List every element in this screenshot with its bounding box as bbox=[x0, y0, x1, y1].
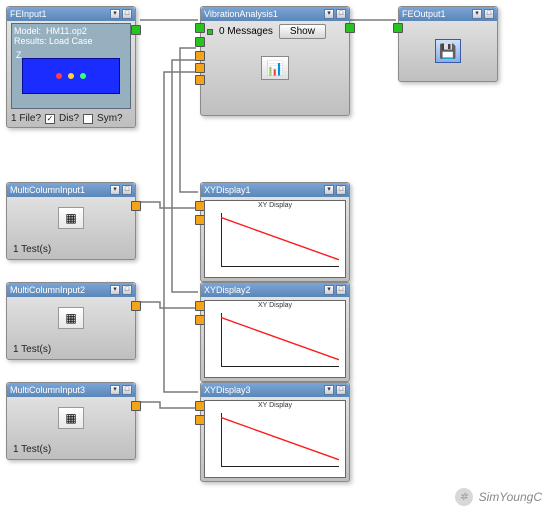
in-port-1[interactable] bbox=[195, 23, 205, 33]
title-text: FEInput1 bbox=[10, 9, 47, 19]
collapse-icon[interactable]: □ bbox=[336, 285, 346, 295]
out-port[interactable] bbox=[131, 25, 141, 35]
node-feoutput[interactable]: FEOutput1 ▾ □ 💾 bbox=[398, 6, 498, 82]
node-mci2[interactable]: MultiColumnInput2 ▾□ ▦ 1 Test(s) bbox=[6, 282, 136, 360]
titlebar[interactable]: FEOutput1 ▾ □ bbox=[399, 7, 497, 21]
titlebar[interactable]: XYDisplay1 ▾□ bbox=[201, 183, 349, 197]
toggle-icon[interactable]: ▾ bbox=[472, 9, 482, 19]
title-text: MultiColumnInput1 bbox=[10, 185, 85, 195]
node-xy2[interactable]: XYDisplay2 ▾□ XY Display bbox=[200, 282, 350, 382]
toggle-icon[interactable]: ▾ bbox=[324, 385, 334, 395]
titlebar[interactable]: MultiColumnInput3 ▾□ bbox=[7, 383, 135, 397]
node-xy1[interactable]: XYDisplay1 ▾□ XY Display bbox=[200, 182, 350, 282]
title-text: FEOutput1 bbox=[402, 9, 446, 19]
collapse-icon[interactable]: □ bbox=[122, 185, 132, 195]
out-port[interactable] bbox=[131, 301, 141, 311]
collapse-icon[interactable]: □ bbox=[122, 9, 132, 19]
out-port[interactable] bbox=[131, 401, 141, 411]
out-port[interactable] bbox=[131, 201, 141, 211]
checkbox-sym[interactable] bbox=[83, 114, 93, 124]
titlebar[interactable]: MultiColumnInput1 ▾□ bbox=[7, 183, 135, 197]
messages-text: 0 Messages bbox=[219, 26, 273, 37]
show-button[interactable]: Show bbox=[279, 24, 326, 39]
axis-label: Z bbox=[16, 50, 22, 60]
collapse-icon[interactable]: □ bbox=[122, 385, 132, 395]
toggle-icon[interactable]: ▾ bbox=[324, 185, 334, 195]
xy-plot[interactable]: XY Display bbox=[204, 400, 346, 478]
titlebar[interactable]: XYDisplay2 ▾□ bbox=[201, 283, 349, 297]
status-dot-icon bbox=[207, 29, 213, 35]
analysis-icon[interactable]: 📊 bbox=[261, 56, 289, 80]
in-port-2[interactable] bbox=[195, 37, 205, 47]
table-icon[interactable]: ▦ bbox=[58, 407, 84, 429]
toggle-icon[interactable]: ▾ bbox=[110, 9, 120, 19]
status-text: 1 Test(s) bbox=[13, 244, 51, 255]
in-port-5[interactable] bbox=[195, 75, 205, 85]
title-text: XYDisplay1 bbox=[204, 185, 251, 195]
title-text: XYDisplay2 bbox=[204, 285, 251, 295]
in-port[interactable] bbox=[393, 23, 403, 33]
collapse-icon[interactable]: □ bbox=[484, 9, 494, 19]
model-preview[interactable]: Model: HM11.op2 Results: Load Case Z bbox=[11, 23, 131, 109]
title-text: MultiColumnInput3 bbox=[10, 385, 85, 395]
collapse-icon[interactable]: □ bbox=[336, 9, 346, 19]
file-count: 1 File? bbox=[11, 113, 41, 124]
titlebar[interactable]: MultiColumnInput2 ▾□ bbox=[7, 283, 135, 297]
status-text: 1 Test(s) bbox=[13, 444, 51, 455]
collapse-icon[interactable]: □ bbox=[336, 385, 346, 395]
node-mci1[interactable]: MultiColumnInput1 ▾□ ▦ 1 Test(s) bbox=[6, 182, 136, 260]
chart-line bbox=[221, 213, 339, 267]
title-text: XYDisplay3 bbox=[204, 385, 251, 395]
status-text: 1 Test(s) bbox=[13, 344, 51, 355]
titlebar[interactable]: XYDisplay3 ▾□ bbox=[201, 383, 349, 397]
xy-plot[interactable]: XY Display bbox=[204, 300, 346, 378]
chart-line bbox=[221, 413, 339, 467]
chart-line bbox=[221, 313, 339, 367]
checkbox-dis[interactable] bbox=[45, 114, 55, 124]
node-vibration[interactable]: VibrationAnalysis1 ▾ □ 0 Messages Show 📊 bbox=[200, 6, 350, 116]
watermark: ✲ SimYoungC bbox=[455, 488, 542, 506]
xy-plot[interactable]: XY Display bbox=[204, 200, 346, 278]
toggle-icon[interactable]: ▾ bbox=[110, 285, 120, 295]
wechat-icon: ✲ bbox=[455, 488, 473, 506]
toggle-icon[interactable]: ▾ bbox=[324, 9, 334, 19]
table-icon[interactable]: ▦ bbox=[58, 207, 84, 229]
in-port-4[interactable] bbox=[195, 63, 205, 73]
toggle-icon[interactable]: ▾ bbox=[110, 385, 120, 395]
table-icon[interactable]: ▦ bbox=[58, 307, 84, 329]
toggle-icon[interactable]: ▾ bbox=[324, 285, 334, 295]
title-text: MultiColumnInput2 bbox=[10, 285, 85, 295]
titlebar[interactable]: VibrationAnalysis1 ▾ □ bbox=[201, 7, 349, 21]
collapse-icon[interactable]: □ bbox=[336, 185, 346, 195]
save-icon[interactable]: 💾 bbox=[435, 39, 461, 63]
node-xy3[interactable]: XYDisplay3 ▾□ XY Display bbox=[200, 382, 350, 482]
toggle-icon[interactable]: ▾ bbox=[110, 185, 120, 195]
node-feinput[interactable]: FEInput1 ▾ □ Model: HM11.op2 Results: Lo… bbox=[6, 6, 136, 128]
titlebar[interactable]: FEInput1 ▾ □ bbox=[7, 7, 135, 21]
model-3d-icon bbox=[22, 58, 120, 94]
out-port[interactable] bbox=[345, 23, 355, 33]
in-port-3[interactable] bbox=[195, 51, 205, 61]
node-mci3[interactable]: MultiColumnInput3 ▾□ ▦ 1 Test(s) bbox=[6, 382, 136, 460]
title-text: VibrationAnalysis1 bbox=[204, 9, 278, 19]
collapse-icon[interactable]: □ bbox=[122, 285, 132, 295]
